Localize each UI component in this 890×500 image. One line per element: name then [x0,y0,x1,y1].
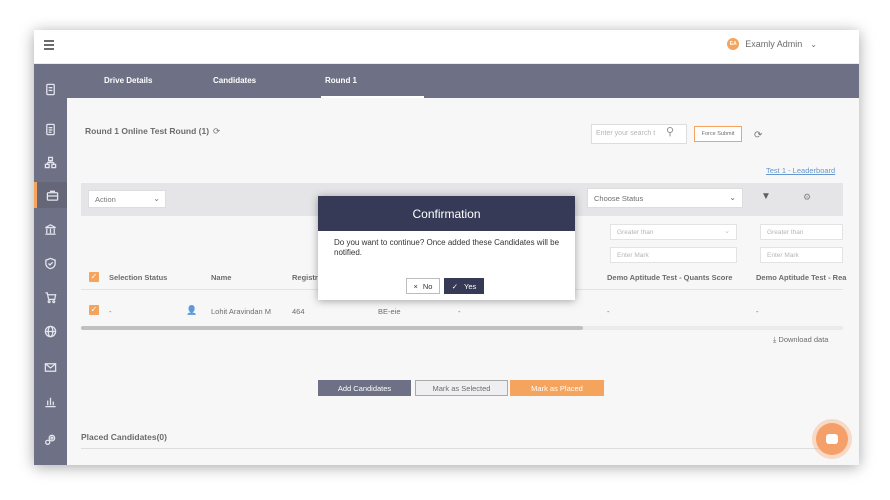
check-icon: ✓ [451,281,459,291]
dialog-message: Do you want to continue? Once added thes… [334,238,560,257]
chat-icon [826,434,838,444]
no-button-label: No [422,281,433,291]
confirmation-dialog: Confirmation Do you want to continue? On… [318,196,575,300]
no-button[interactable]: × No [406,278,440,294]
yes-button[interactable]: ✓ Yes [444,278,484,294]
close-icon: × [413,281,418,291]
yes-button-label: Yes [464,281,477,291]
chat-button[interactable] [816,423,848,455]
dialog-title: Confirmation [318,196,575,231]
app-window: EA Examly Admin ⌄ Drive Details Candidat… [34,30,859,465]
